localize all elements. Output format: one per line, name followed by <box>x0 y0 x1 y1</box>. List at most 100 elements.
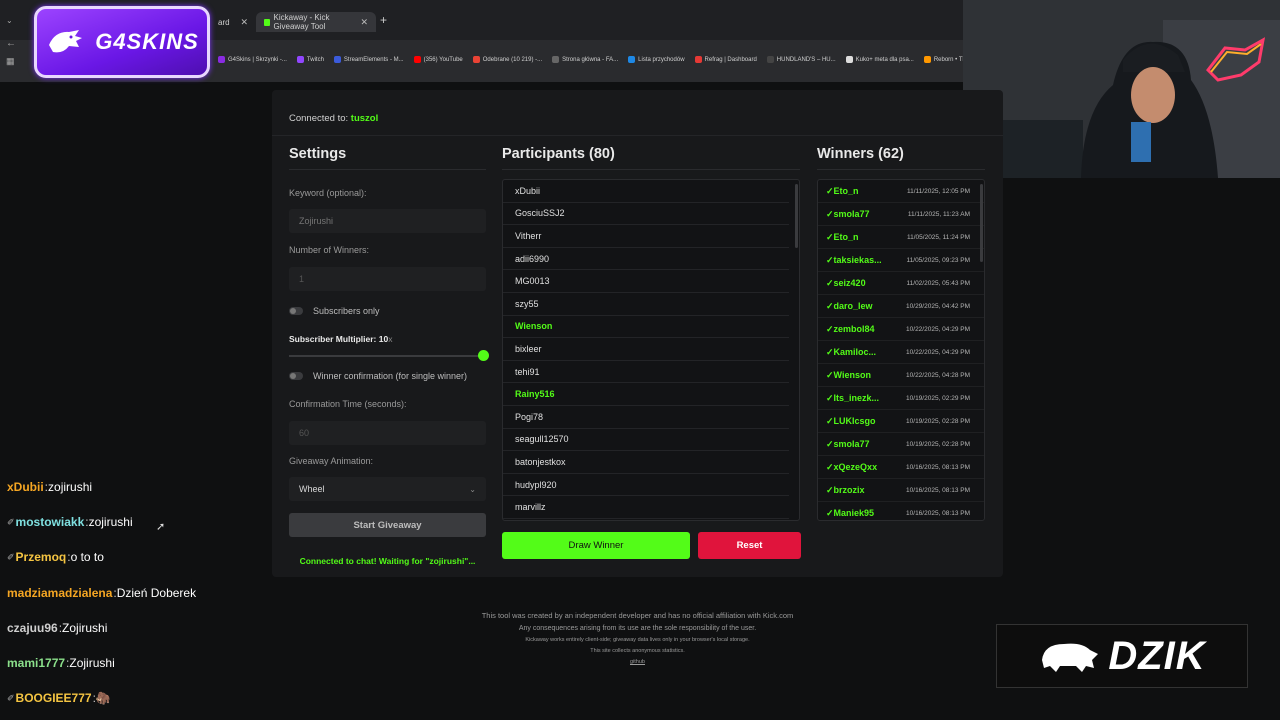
bookmark-item[interactable]: Strona główna - FA... <box>552 56 618 63</box>
chat-username: Przemoq <box>15 550 67 564</box>
chevron-down-icon: ⌄ <box>469 484 476 494</box>
subscribers-only-toggle[interactable] <box>289 307 303 315</box>
bookmark-favicon-icon <box>413 56 421 63</box>
draw-winner-button[interactable]: Draw Winner <box>502 532 690 559</box>
close-icon[interactable]: ✕ <box>240 17 248 28</box>
bookmark-label: HUNDLAND'S – HU... <box>776 56 836 63</box>
bookmark-item[interactable]: Kuko+ meta dla psa... <box>845 56 914 63</box>
tab-kickaway[interactable]: Kickaway - Kick Giveaway Tool ✕ <box>256 12 376 32</box>
close-icon[interactable]: ✕ <box>360 17 368 28</box>
winners-divider <box>817 169 985 170</box>
participant-row: Vitherr <box>503 225 789 248</box>
winner-confirmation-row: Winner confirmation (for single winner) <box>289 371 467 381</box>
winner-row: ✓smola77 11/11/2025, 11:23 AM <box>818 203 984 226</box>
chat-username: mami1777 <box>7 656 66 670</box>
footer-disclaimer: This tool was created by an independent … <box>481 611 794 620</box>
connected-channel: tuszol <box>350 113 379 124</box>
winner-date: 10/16/2025, 08:13 PM <box>906 486 970 494</box>
winners-count-input[interactable]: 1 <box>289 267 486 291</box>
bookmark-label: (356) YouTube <box>423 56 463 63</box>
multiplier-label: Subscriber Multiplier: 10 <box>289 334 389 344</box>
chat-username: xDubii <box>7 480 44 494</box>
participant-row: hudypl920 <box>503 474 789 497</box>
multiplier-label-row: Subscriber Multiplier: 10x <box>289 334 392 344</box>
winner-row: ✓zembol84 10/22/2025, 04:29 PM <box>818 318 984 341</box>
mouse-cursor-icon: ➚ <box>156 521 166 533</box>
apps-icon[interactable]: ▦ <box>6 56 15 67</box>
winner-confirmation-toggle[interactable] <box>289 372 303 380</box>
bookmark-item[interactable]: Refrag | Dashboard <box>694 56 757 63</box>
subscribers-only-row: Subscribers only <box>289 306 380 316</box>
bookmark-label: Refrag | Dashboard <box>704 56 757 63</box>
winner-name: ✓smola77 <box>826 438 870 449</box>
chat-message: czajuu96: Zojirushi <box>7 621 107 635</box>
winner-date: 11/11/2025, 11:23 AM <box>907 210 970 218</box>
winner-date: 10/22/2025, 04:29 PM <box>906 348 970 356</box>
new-tab-icon[interactable]: + <box>380 13 387 27</box>
footer-statistics-note: This site collects anonymous statistics. <box>590 648 685 654</box>
bookmark-item[interactable]: HUNDLAND'S – HU... <box>766 56 836 63</box>
bookmark-favicon-icon <box>472 56 480 63</box>
multiplier-slider-thumb[interactable] <box>478 350 489 361</box>
winner-name: ✓Eto_n <box>826 231 859 242</box>
chat-text: zojirushi <box>88 515 133 529</box>
winner-row: ✓smola77 10/19/2025, 02:28 PM <box>818 433 984 456</box>
chat-text: Zojirushi <box>62 621 108 635</box>
winner-date: 10/19/2025, 02:28 PM <box>906 440 970 448</box>
start-giveaway-button[interactable]: Start Giveaway <box>289 513 486 537</box>
back-icon[interactable]: ← <box>6 38 16 49</box>
keyword-input[interactable] <box>289 209 486 233</box>
winner-name: ✓xQezeQxx <box>826 461 878 472</box>
tab-search-icon[interactable]: ⌄ <box>6 16 13 25</box>
bookmark-label: Odebrane (10 219) -... <box>482 56 543 63</box>
chat-username: czajuu96 <box>7 621 58 635</box>
winners-scrollbar[interactable] <box>980 184 983 262</box>
chat-status-text: Connected to chat! Waiting for "zojirush… <box>299 556 476 566</box>
g4skins-logo-text: G4SKINS <box>95 29 199 54</box>
chat-message: xDubii: zojirushi <box>7 480 92 494</box>
bookmark-item[interactable]: StreamElements - M... <box>333 56 404 63</box>
participants-list[interactable]: xDubii GosciuSSJ2 Vitherr adii6990 MG0013 szy… <box>502 179 800 521</box>
bookmark-item[interactable]: G4Skins | Skrzynki -... <box>218 56 287 63</box>
winner-row: ✓Kamiloc... 10/22/2025, 04:29 PM <box>818 341 984 364</box>
chat-text: o to to <box>70 550 104 564</box>
winner-name: ✓zembol84 <box>826 323 875 334</box>
winner-name: ✓taksiekas... <box>826 254 882 265</box>
chat-text: zojirushi <box>48 480 93 494</box>
chat-text: Zojirushi <box>69 656 115 670</box>
bookmark-item[interactable]: Odebrane (10 219) -... <box>472 56 543 63</box>
bookmark-label: G4Skins | Skrzynki -... <box>228 56 287 63</box>
bookmark-item[interactable]: Lista przychodów <box>628 56 685 63</box>
winner-name: ✓Its_inezk... <box>826 392 880 403</box>
bookmark-favicon-icon <box>218 56 225 63</box>
animation-select[interactable]: Wheel ⌄ <box>289 477 486 501</box>
confirmation-time-input[interactable]: 60 <box>289 421 486 445</box>
bookmark-label: Strona główna - FA... <box>562 56 619 63</box>
participant-row: Pogi78 <box>503 406 789 429</box>
reset-button[interactable]: Reset <box>698 532 801 559</box>
github-link[interactable]: github <box>440 659 835 665</box>
bookmark-favicon-icon <box>628 56 636 63</box>
tab-kickaway-label: Kickaway - Kick Giveaway Tool <box>273 13 330 31</box>
winners-list[interactable]: ✓Eto_n 11/11/2025, 12:05 PM ✓smola77 11/11/… <box>817 179 985 521</box>
participants-title: Participants (80) <box>502 146 615 162</box>
bookmark-favicon-icon <box>923 56 931 63</box>
bookmark-item[interactable]: (356) YouTube <box>413 56 463 63</box>
footer-responsibility: Any consequences arising from its use ar… <box>518 625 757 632</box>
bookmark-item[interactable]: Twitch <box>296 56 324 63</box>
chat-username: madziamadzialena <box>7 586 113 600</box>
participants-scrollbar[interactable] <box>795 184 798 248</box>
kickaway-panel: Connected to: tuszol Settings Keyword (o… <box>272 90 1003 577</box>
participant-row: xDubii <box>503 180 789 203</box>
webcam-person-image <box>963 0 1280 179</box>
chat-message: mami1777: Zojirushi <box>7 656 115 670</box>
connected-label: Connected to: <box>289 113 349 124</box>
chat-badge-icon: ✐ <box>7 551 15 562</box>
multiplier-slider[interactable] <box>289 350 489 361</box>
participant-row: marvillz <box>503 496 789 519</box>
winner-date: 10/16/2025, 08:13 PM <box>906 463 970 471</box>
tab-previous[interactable]: ard ✕ <box>210 12 256 32</box>
multiplier-suffix: x <box>388 334 393 344</box>
winner-name: ✓brzozix <box>826 484 865 495</box>
chat-message: ✐ BOOGIEE777: 🦣 <box>7 691 111 705</box>
